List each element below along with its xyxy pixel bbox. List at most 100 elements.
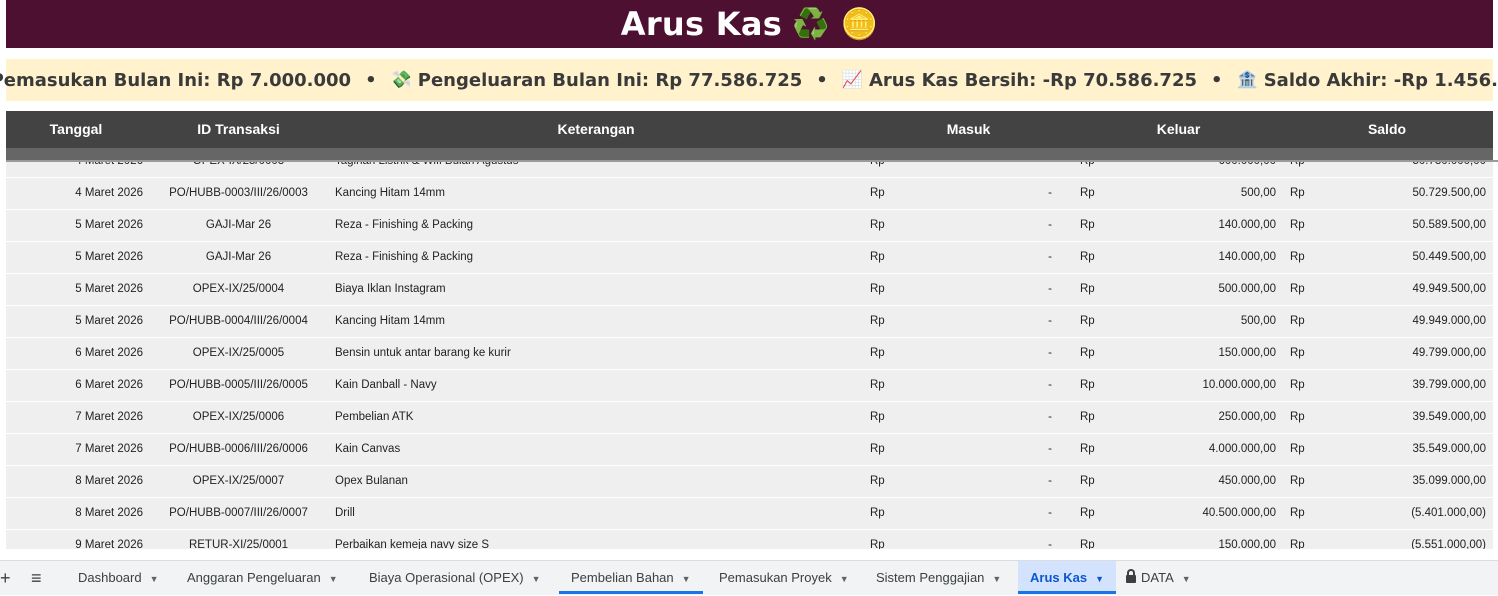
cell-tanggal[interactable]: 5 Maret 2026 [6,274,143,305]
table-row[interactable]: 4 Maret 2026OPEX-IX/25/0003 Tagihan Listr… [6,162,1493,178]
add-sheet-icon[interactable]: + [0,561,11,595]
cell-masuk-currency[interactable]: Rp [870,338,885,369]
tab-pemasukan-proyek[interactable]: Pemasukan Proyek ▼ [707,561,861,594]
cell-keluar-currency[interactable]: Rp [1080,274,1095,305]
cell-id-transaksi[interactable]: OPEX-IX/25/0005 [146,338,331,369]
tab-anggaran-pengeluaran[interactable]: Anggaran Pengeluaran ▼ [175,561,350,594]
cell-masuk-currency[interactable]: Rp [870,530,885,549]
cell-keluar[interactable]: 150.000,00 [1126,530,1276,549]
cell-keluar-currency[interactable]: Rp [1080,242,1095,273]
cell-keluar-currency[interactable]: Rp [1080,178,1095,209]
cell-keterangan[interactable]: Pembelian ATK [335,402,855,433]
cashflow-table-body[interactable]: 4 Maret 2026OPEX-IX/25/0003 Tagihan Listr… [6,162,1493,549]
cell-saldo[interactable]: 50.449.500,00 [1326,242,1486,273]
cell-masuk-currency[interactable]: Rp [870,306,885,337]
tab-data[interactable]: DATA ▼ [1114,561,1203,594]
chevron-down-icon[interactable]: ▼ [329,574,338,584]
cell-saldo[interactable]: 35.549.000,00 [1326,434,1486,465]
cell-masuk[interactable]: - [1006,338,1052,369]
table-row[interactable]: 4 Maret 2026 PO/HUBB-0003/III/26/0003 Kanc… [6,178,1493,210]
cell-keluar-currency[interactable]: Rp [1080,370,1095,401]
cell-masuk-currency[interactable]: Rp [870,402,885,433]
cell-keterangan[interactable]: Biaya Iklan Instagram [335,274,855,305]
cell-keluar[interactable]: 140.000,00 [1126,210,1276,241]
cell-tanggal[interactable]: 5 Maret 2026 [6,210,143,241]
cell-saldo[interactable]: 49.949.000,00 [1326,306,1486,337]
column-header-saldo[interactable]: Saldo [1281,111,1493,148]
cell-masuk-currency[interactable]: Rp [870,242,885,273]
cell-tanggal[interactable]: 7 Maret 2026 [6,434,143,465]
tab-pembelian-bahan[interactable]: Pembelian Bahan ▼ [559,561,703,594]
cell-keluar[interactable]: 150.000,00 [1126,338,1276,369]
cell-tanggal[interactable]: 8 Maret 2026 [6,498,143,529]
cell-saldo[interactable]: 49.949.500,00 [1326,274,1486,305]
cell-masuk-currency[interactable]: Rp [870,498,885,529]
cell-saldo[interactable]: 49.799.000,00 [1326,338,1486,369]
cell-keterangan[interactable]: Kancing Hitam 14mm [335,306,855,337]
chevron-down-icon[interactable]: ▼ [992,574,1001,584]
cell-keluar[interactable]: 600.000,00 [1126,162,1276,177]
cell-saldo[interactable]: 50.729.500,00 [1326,178,1486,209]
cell-keluar[interactable]: 500.000,00 [1126,274,1276,305]
cell-id-transaksi[interactable]: PO/HUBB-0004/III/26/0004 [146,306,331,337]
cell-keluar-currency[interactable]: Rp [1080,162,1095,177]
column-header-tanggal[interactable]: Tanggal [6,111,146,148]
table-row[interactable]: 8 Maret 2026 OPEX-IX/25/0007 Opex Bulanan R… [6,466,1493,498]
table-row[interactable]: 8 Maret 2026 PO/HUBB-0007/III/26/0007 Dril… [6,498,1493,530]
table-row[interactable]: 9 Maret 2026 RETUR-XI/25/0001 Perbaikan ke… [6,530,1493,549]
table-row[interactable]: 5 Maret 2026 GAJI-Mar 26 Reza - Finishing … [6,210,1493,242]
cell-tanggal[interactable]: 6 Maret 2026 [6,338,143,369]
table-row[interactable]: 7 Maret 2026 PO/HUBB-0006/III/26/0006 Kain… [6,434,1493,466]
cell-keterangan[interactable]: Reza - Finishing & Packing [335,210,855,241]
cell-keluar[interactable]: 10.000.000,00 [1126,370,1276,401]
cell-tanggal[interactable]: 9 Maret 2026 [6,530,143,549]
cell-masuk[interactable]: - [1006,498,1052,529]
cell-masuk[interactable]: - [1006,242,1052,273]
cell-saldo-currency[interactable]: Rp [1290,370,1305,401]
cell-keluar-currency[interactable]: Rp [1080,210,1095,241]
cell-keluar-currency[interactable]: Rp [1080,402,1095,433]
cell-saldo-currency[interactable]: Rp [1290,306,1305,337]
cell-masuk[interactable]: - [1006,402,1052,433]
cell-saldo-currency[interactable]: Rp [1290,498,1305,529]
cell-saldo[interactable]: (5.551.000,00) [1326,530,1486,549]
cell-masuk[interactable]: - [1006,434,1052,465]
cell-keluar[interactable]: 500,00 [1126,178,1276,209]
cell-keterangan[interactable]: Kain Canvas [335,434,855,465]
chevron-down-icon[interactable]: ▼ [1182,574,1191,584]
table-row[interactable]: 5 Maret 2026 PO/HUBB-0004/III/26/0004 Kanc… [6,306,1493,338]
tab-biaya-operasional[interactable]: Biaya Operasional (OPEX) ▼ [357,561,553,594]
cell-saldo[interactable]: 50.730.000,00 [1326,162,1486,177]
cell-id-transaksi[interactable]: GAJI-Mar 26 [146,242,331,273]
tab-arus-kas[interactable]: Arus Kas ▼ [1018,561,1116,594]
table-row[interactable]: 5 Maret 2026 OPEX-IX/25/0004 Biaya Iklan I… [6,274,1493,306]
cell-keluar-currency[interactable]: Rp [1080,338,1095,369]
cell-keluar[interactable]: 4.000.000,00 [1126,434,1276,465]
cell-id-transaksi[interactable]: RETUR-XI/25/0001 [146,530,331,549]
cell-masuk[interactable]: - [1006,306,1052,337]
table-row[interactable]: 6 Maret 2026 OPEX-IX/25/0005 Bensin untuk … [6,338,1493,370]
cell-id-transaksi[interactable]: OPEX-IX/25/0003 [146,162,331,177]
cell-keluar-currency[interactable]: Rp [1080,466,1095,497]
cell-keterangan[interactable]: Opex Bulanan [335,466,855,497]
cell-keterangan[interactable]: Bensin untuk antar barang ke kurir [335,338,855,369]
cell-tanggal[interactable]: 4 Maret 2026 [6,178,143,209]
cell-keluar[interactable]: 250.000,00 [1126,402,1276,433]
cell-saldo-currency[interactable]: Rp [1290,338,1305,369]
cell-saldo-currency[interactable]: Rp [1290,210,1305,241]
cell-masuk-currency[interactable]: Rp [870,274,885,305]
cell-masuk-currency[interactable]: Rp [870,370,885,401]
cell-saldo-currency[interactable]: Rp [1290,178,1305,209]
chevron-down-icon[interactable]: ▼ [1095,574,1104,584]
cell-masuk-currency[interactable]: Rp [870,466,885,497]
table-row[interactable]: 5 Maret 2026 GAJI-Mar 26 Reza - Finishing … [6,242,1493,274]
cell-id-transaksi[interactable]: PO/HUBB-0005/III/26/0005 [146,370,331,401]
chevron-down-icon[interactable]: ▼ [150,574,159,584]
cell-saldo[interactable]: 35.099.000,00 [1326,466,1486,497]
cell-tanggal[interactable]: 6 Maret 2026 [6,370,143,401]
column-header-keluar[interactable]: Keluar [1076,111,1281,148]
cell-saldo[interactable]: 50.589.500,00 [1326,210,1486,241]
cell-saldo[interactable]: 39.799.000,00 [1326,370,1486,401]
tab-dashboard[interactable]: Dashboard ▼ [66,561,171,594]
chevron-down-icon[interactable]: ▼ [840,574,849,584]
